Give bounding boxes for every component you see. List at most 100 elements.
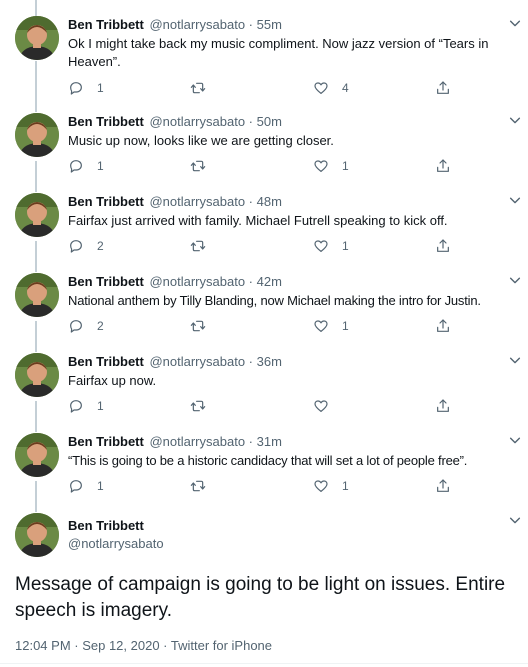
share-button[interactable] [435, 316, 451, 336]
reply-button[interactable]: 1 [68, 476, 104, 496]
tweet-header: Ben Tribbett @notlarrysabato · 36m [68, 353, 516, 371]
author-handle[interactable]: @notlarrysabato [149, 114, 245, 129]
thread-tweet[interactable]: Ben Tribbett @notlarrysabato · 55m Ok I … [0, 16, 528, 106]
tweet-timestamp[interactable]: 12:04 PM · Sep 12, 2020 · Twitter for iP… [15, 638, 272, 653]
reply-button[interactable]: 2 [68, 316, 104, 336]
like-button[interactable]: 1 [313, 316, 349, 336]
like-button[interactable]: 4 [313, 78, 349, 98]
like-count: 1 [342, 319, 349, 333]
heart-icon [313, 80, 329, 96]
share-icon [435, 478, 451, 494]
thread-tweet[interactable]: Ben Tribbett @notlarrysabato · 50m Music… [0, 113, 528, 185]
reply-button[interactable]: 2 [68, 236, 104, 256]
tweet-text: Music up now, looks like we are getting … [68, 133, 334, 148]
tweet-actions: 1 1 [68, 156, 468, 176]
reply-icon [68, 318, 84, 334]
main-tweet-header: Ben Tribbett @notlarrysabato [0, 513, 528, 563]
author-handle[interactable]: @notlarrysabato [149, 194, 245, 209]
retweet-button[interactable] [190, 236, 219, 256]
avatar[interactable] [15, 273, 59, 317]
avatar[interactable] [15, 193, 59, 237]
reply-button[interactable]: 1 [68, 396, 104, 416]
share-icon [435, 238, 451, 254]
like-button[interactable]: 1 [313, 156, 349, 176]
chevron-down-icon[interactable] [508, 353, 522, 367]
tweet-time[interactable]: 42m [257, 274, 282, 289]
tweet-actions: 1 4 [68, 78, 468, 98]
like-count: 4 [342, 81, 349, 95]
author-name[interactable]: Ben Tribbett [68, 194, 144, 209]
thread-tweet[interactable]: Ben Tribbett @notlarrysabato · 36m Fairf… [0, 353, 528, 425]
retweet-icon [190, 238, 206, 254]
share-button[interactable] [435, 476, 451, 496]
share-button[interactable] [435, 78, 451, 98]
tweet-time[interactable]: 36m [257, 354, 282, 369]
retweet-icon [190, 398, 206, 414]
avatar[interactable] [15, 353, 59, 397]
author-handle[interactable]: @notlarrysabato [149, 354, 245, 369]
main-tweet-text: Message of campaign is going to be light… [15, 574, 506, 621]
tweet-time[interactable]: 55m [257, 17, 282, 32]
author-handle[interactable]: @notlarrysabato [149, 434, 245, 449]
chevron-down-icon[interactable] [508, 433, 522, 447]
like-button[interactable] [313, 396, 342, 416]
author-name[interactable]: Ben Tribbett [68, 354, 144, 369]
reply-button[interactable]: 1 [68, 156, 104, 176]
like-button[interactable]: 1 [313, 236, 349, 256]
author-name[interactable]: Ben Tribbett [68, 17, 144, 32]
retweet-button[interactable] [190, 78, 219, 98]
separator: · [248, 17, 254, 32]
tweet-header: Ben Tribbett @notlarrysabato · 42m [68, 273, 516, 291]
avatar[interactable] [15, 513, 59, 557]
like-button[interactable]: 1 [313, 476, 349, 496]
separator: · [248, 434, 254, 449]
author-handle[interactable]: @notlarrysabato [149, 274, 245, 289]
tweet-text: Ok I might take back my music compliment… [68, 36, 489, 69]
avatar[interactable] [15, 113, 59, 157]
author-handle[interactable]: @notlarrysabato [68, 535, 516, 553]
tweet-time[interactable]: 50m [257, 114, 282, 129]
author-handle[interactable]: @notlarrysabato [149, 17, 245, 32]
avatar[interactable] [15, 433, 59, 477]
tweet-header: Ben Tribbett @notlarrysabato · 50m [68, 113, 516, 131]
retweet-button[interactable] [190, 156, 219, 176]
chevron-down-icon[interactable] [508, 113, 522, 127]
tweet-time[interactable]: 48m [257, 194, 282, 209]
retweet-icon [190, 318, 206, 334]
author-name[interactable]: Ben Tribbett [68, 114, 144, 129]
tweet-actions: 1 [68, 396, 468, 416]
reply-icon [68, 398, 84, 414]
chevron-down-icon[interactable] [508, 513, 522, 527]
heart-icon [313, 398, 329, 414]
thread-tweet[interactable]: Ben Tribbett @notlarrysabato · 48m Fairf… [0, 193, 528, 265]
tweet-text: National anthem by Tilly Blanding, now M… [68, 293, 481, 308]
retweet-icon [190, 80, 206, 96]
chevron-down-icon[interactable] [508, 193, 522, 207]
retweet-button[interactable] [190, 316, 219, 336]
separator: · [248, 274, 254, 289]
heart-icon [313, 158, 329, 174]
reply-count: 1 [97, 81, 104, 95]
retweet-button[interactable] [190, 476, 219, 496]
thread-tweet[interactable]: Ben Tribbett @notlarrysabato · 42m Natio… [0, 273, 528, 345]
share-button[interactable] [435, 236, 451, 256]
separator: · [248, 114, 254, 129]
share-button[interactable] [435, 396, 451, 416]
chevron-down-icon[interactable] [508, 16, 522, 30]
retweet-button[interactable] [190, 396, 219, 416]
author-name[interactable]: Ben Tribbett [68, 434, 144, 449]
avatar[interactable] [15, 16, 59, 60]
thread-tweet[interactable]: Ben Tribbett @notlarrysabato · 31m “This… [0, 433, 528, 505]
divider [0, 663, 528, 664]
reply-button[interactable]: 1 [68, 78, 104, 98]
author-name[interactable]: Ben Tribbett [68, 517, 516, 535]
share-icon [435, 398, 451, 414]
retweet-icon [190, 478, 206, 494]
tweet-text: “This is going to be a historic candidac… [68, 453, 468, 468]
tweet-time[interactable]: 31m [257, 434, 282, 449]
chevron-down-icon[interactable] [508, 273, 522, 287]
share-button[interactable] [435, 156, 451, 176]
reply-count: 2 [97, 319, 104, 333]
like-count: 1 [342, 159, 349, 173]
author-name[interactable]: Ben Tribbett [68, 274, 144, 289]
